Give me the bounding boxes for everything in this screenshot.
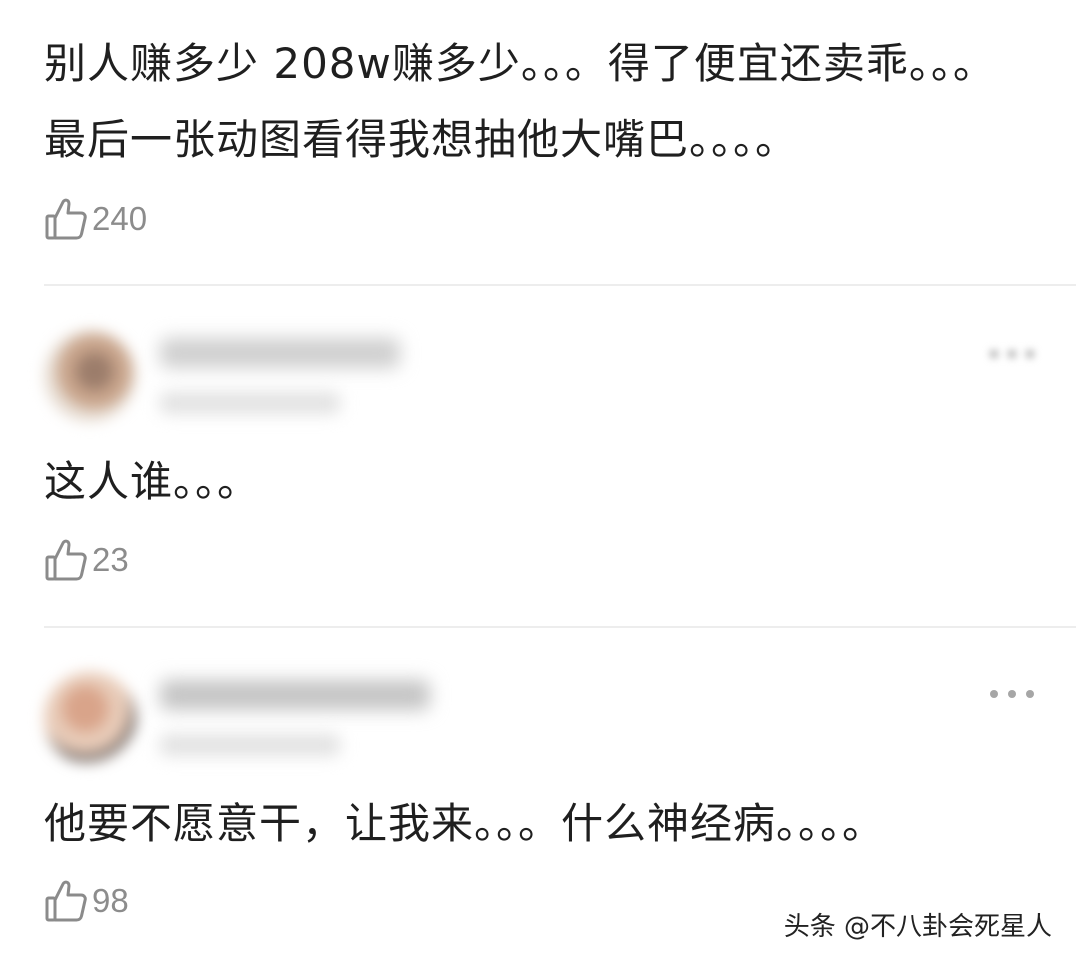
avatar[interactable] (44, 672, 136, 764)
more-dot-icon (990, 350, 998, 358)
more-dot-icon (1008, 690, 1016, 698)
comment-meta-blurred (160, 734, 340, 756)
username-blurred[interactable] (160, 338, 400, 368)
thumbs-up-icon (44, 537, 88, 583)
like-button[interactable]: 240 (44, 196, 147, 242)
thumbs-up-icon (44, 196, 88, 242)
more-dot-icon (1026, 690, 1034, 698)
like-button[interactable]: 23 (44, 537, 129, 583)
more-button[interactable] (990, 344, 1034, 364)
comment-meta-blurred (160, 392, 340, 414)
like-count: 23 (92, 541, 129, 578)
divider (44, 284, 1076, 286)
comment-text: 他要不愿意干，让我来。。。什么神经病。。。。 (44, 799, 886, 848)
divider (44, 626, 1076, 628)
more-dot-icon (1008, 350, 1016, 358)
more-dot-icon (990, 690, 998, 698)
more-button[interactable] (990, 684, 1034, 704)
watermark: 头条 @不八卦会死星人 (783, 912, 1052, 942)
like-button[interactable]: 98 (44, 878, 129, 924)
comment-text: 别人赚多少 208w赚多少。。。得了便宜还卖乖。。。最后一张动图看得我想抽他大嘴… (44, 39, 996, 164)
thumbs-up-icon (44, 878, 88, 924)
avatar[interactable] (44, 330, 136, 422)
username-blurred[interactable] (160, 680, 430, 710)
like-count: 98 (92, 882, 129, 919)
comment-text: 这人谁。。。 (44, 457, 261, 506)
more-dot-icon (1026, 350, 1034, 358)
like-count: 240 (92, 200, 148, 237)
